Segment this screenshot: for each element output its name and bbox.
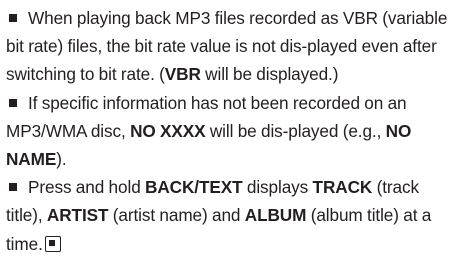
track-label: TRACK [312, 177, 373, 198]
no-xxxx-label: NO XXXX [130, 120, 206, 141]
artist-label: ARTIST [46, 205, 109, 226]
notes-section: When playing back MP3 files recorded as … [0, 0, 460, 278]
album-label: ALBUM [244, 205, 307, 226]
note-back-text: Press and hold BACK/TEXT displays TRACK … [6, 177, 432, 254]
vbr-label: VBR [164, 64, 201, 85]
square-bullet-icon [9, 98, 17, 107]
note-vbr-bitrate: When playing back MP3 files recorded as … [6, 8, 448, 85]
end-of-section-icon [44, 235, 61, 252]
note-no-info: If specific information has not been rec… [6, 92, 412, 170]
square-bullet-icon [9, 14, 17, 22]
back-text-label: BACK/TEXT [145, 177, 243, 198]
square-bullet-icon [9, 183, 17, 192]
